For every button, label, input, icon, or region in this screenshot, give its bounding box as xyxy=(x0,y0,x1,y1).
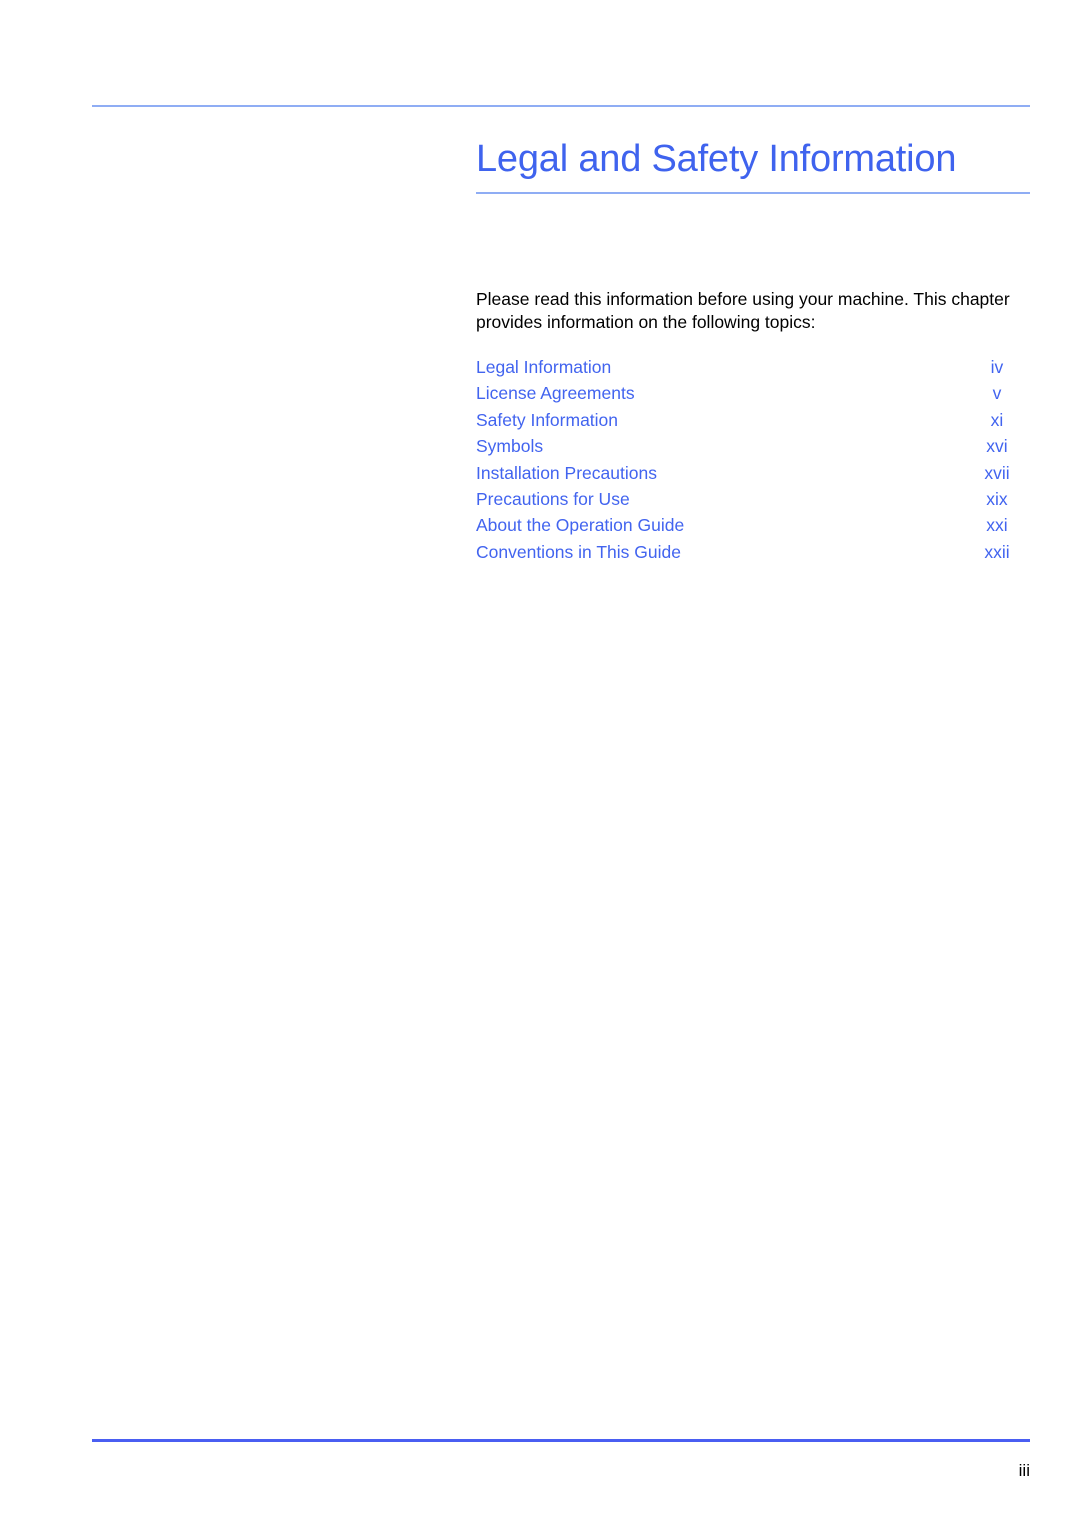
toc-entry-precautions-for-use[interactable]: Precautions for Use xix xyxy=(476,486,1032,512)
table-of-contents: Legal Information iv License Agreements … xyxy=(476,354,1032,565)
footer-divider-rule xyxy=(92,1439,1030,1442)
toc-entry-installation-precautions[interactable]: Installation Precautions xvii xyxy=(476,460,1032,486)
toc-entry-label: About the Operation Guide xyxy=(476,515,685,536)
toc-entry-label: Symbols xyxy=(476,436,544,457)
header-divider-rule xyxy=(92,105,1030,107)
toc-entry-legal-information[interactable]: Legal Information iv xyxy=(476,354,1032,380)
document-page: Legal and Safety Information Please read… xyxy=(0,0,1080,1527)
toc-entry-page-number: xvi xyxy=(986,436,1008,457)
toc-entry-page-number: xxi xyxy=(986,515,1008,536)
chapter-title-block: Legal and Safety Information xyxy=(476,138,1030,194)
toc-entry-label: Safety Information xyxy=(476,409,619,430)
page-title: Legal and Safety Information xyxy=(476,138,957,180)
footer-page-number: iii xyxy=(1018,1461,1030,1480)
toc-entry-label: Legal Information xyxy=(476,357,612,377)
toc-entry-label: Conventions in This Guide xyxy=(476,541,681,562)
toc-entry-page-number: v xyxy=(992,383,1002,404)
toc-entry-page-number: xvii xyxy=(984,462,1010,483)
toc-entry-safety-information[interactable]: Safety Information xi xyxy=(476,407,1032,433)
toc-entry-conventions-in-this-guide[interactable]: Conventions in This Guide xxii xyxy=(476,539,1032,565)
toc-entry-label: Installation Precautions xyxy=(476,462,657,483)
toc-entry-page-number: xi xyxy=(990,409,1004,430)
toc-entry-license-agreements[interactable]: License Agreements v xyxy=(476,380,1032,406)
title-divider-rule xyxy=(476,192,1030,194)
toc-entry-symbols[interactable]: Symbols xvi xyxy=(476,433,1032,459)
toc-entry-page-number: xix xyxy=(986,488,1008,509)
toc-entry-page-number: iv xyxy=(990,357,1004,377)
intro-paragraph: Please read this information before usin… xyxy=(476,289,1010,332)
toc-entry-label: License Agreements xyxy=(476,383,635,404)
toc-entry-page-number: xxii xyxy=(984,541,1010,562)
toc-entry-label: Precautions for Use xyxy=(476,488,630,509)
toc-entry-about-the-operation-guide[interactable]: About the Operation Guide xxi xyxy=(476,512,1032,538)
